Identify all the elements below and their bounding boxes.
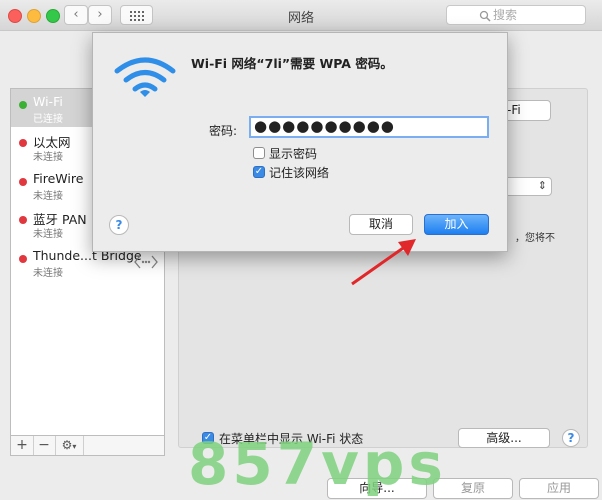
join-button[interactable]: 加入 <box>424 214 489 235</box>
wifi-icon <box>114 57 176 97</box>
chevron-updown-icon: ⇕ <box>537 179 547 192</box>
gear-icon: ⚙ <box>61 438 73 452</box>
status-dot <box>19 216 27 224</box>
chevron-down-icon: ▾ <box>72 442 77 451</box>
service-name: FireWire <box>33 171 84 186</box>
password-label: 密码: <box>209 124 238 138</box>
thunderbolt-bridge-icon <box>134 255 158 269</box>
action-menu-button[interactable]: ⚙▾ <box>55 436 84 455</box>
add-service-button[interactable]: + <box>11 436 34 455</box>
arrow-annotation-icon <box>351 239 416 286</box>
dialog-help-button[interactable]: ? <box>109 215 129 235</box>
search-field[interactable]: 搜索 <box>446 5 586 25</box>
watermark-text: 857vps <box>188 430 447 498</box>
service-status: 未连接 <box>33 191 63 202</box>
status-dot <box>19 178 27 186</box>
show-password-label: 显示密码 <box>269 147 318 161</box>
password-field[interactable]: ●●●●●●●●●● <box>249 116 489 138</box>
dialog-message: Wi-Fi 网络“7li”需要 WPA 密码。 <box>191 56 393 71</box>
search-placeholder: 搜索 <box>493 8 518 22</box>
remember-network-checkbox[interactable]: ✓ <box>253 166 265 178</box>
service-name: Wi-Fi <box>33 94 63 109</box>
title-bar: ‹ › 网络 搜索 <box>0 0 602 31</box>
service-list-toolbar: + − ⚙▾ <box>10 435 165 456</box>
panel-partial-text: ，您将不 <box>515 233 555 244</box>
search-icon <box>479 10 491 22</box>
remember-network-label: 记住该网络 <box>269 166 330 180</box>
service-status: 未连接 <box>33 268 63 279</box>
service-status: 已连接 <box>33 114 63 125</box>
service-status: 未连接 <box>33 229 63 240</box>
show-password-checkbox[interactable] <box>253 147 265 159</box>
status-dot <box>19 101 27 109</box>
status-dot <box>19 139 27 147</box>
remove-service-button[interactable]: − <box>33 436 56 455</box>
service-status: 未连接 <box>33 152 63 163</box>
status-dot <box>19 255 27 263</box>
wifi-password-dialog: Wi-Fi 网络“7li”需要 WPA 密码。 密码: 显示密码 ✓ 记住该网络… <box>92 32 508 252</box>
